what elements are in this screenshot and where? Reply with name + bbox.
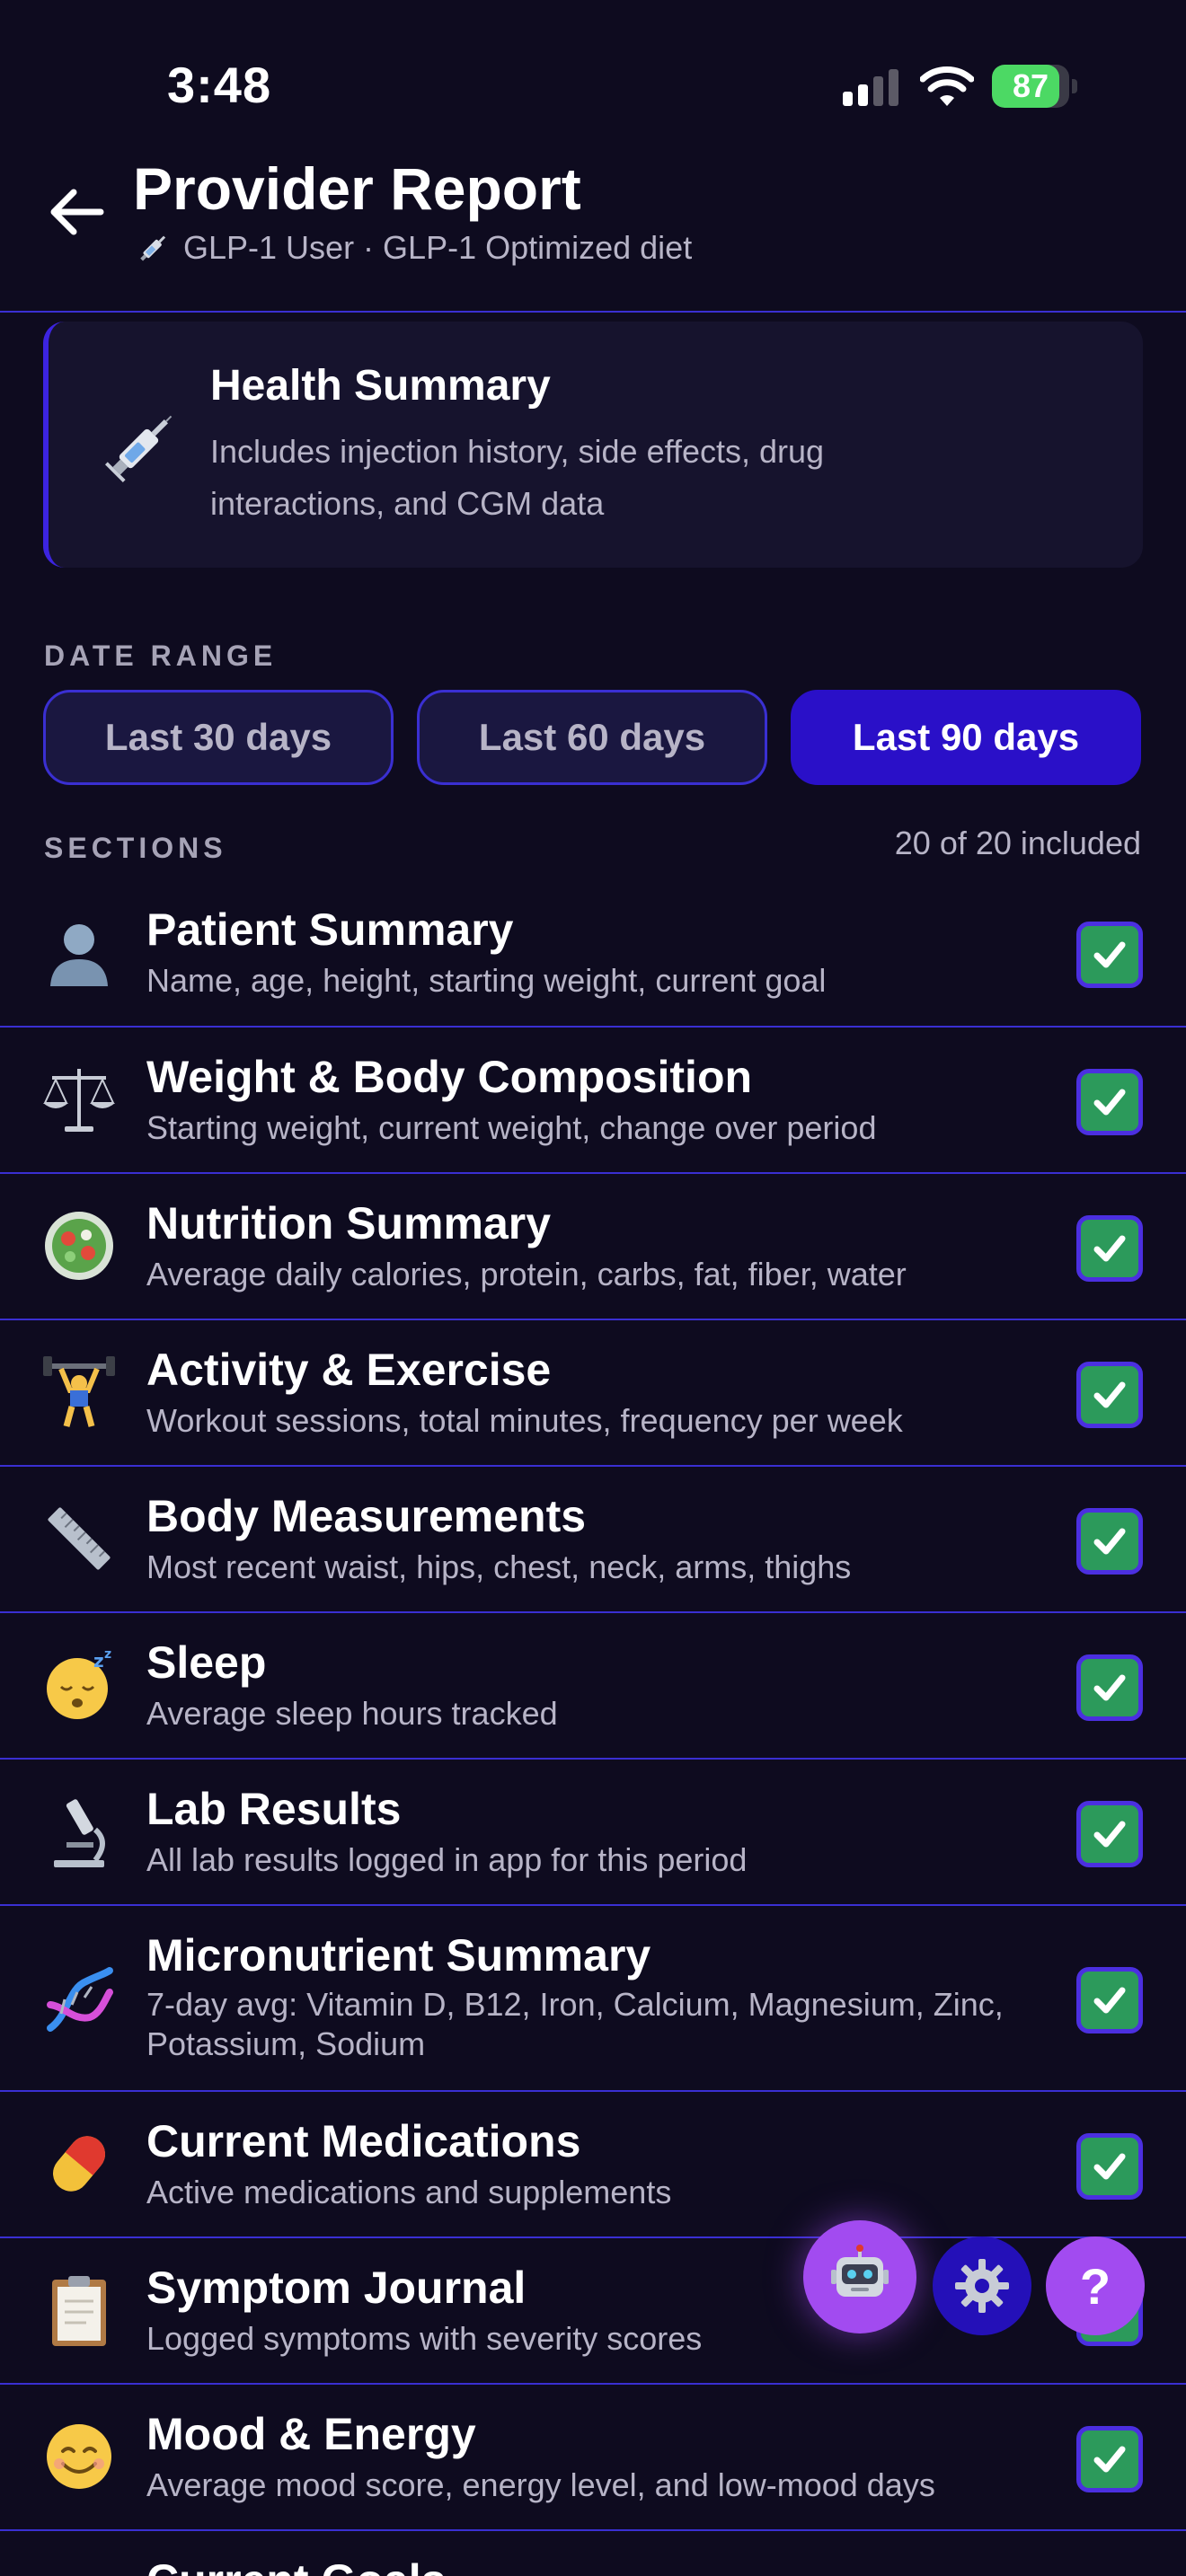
range-30-days-button[interactable]: Last 30 days bbox=[43, 690, 394, 785]
checkmark-icon bbox=[1093, 1528, 1126, 1555]
section-description: Average mood score, energy level, and lo… bbox=[146, 2466, 935, 2503]
included-count: 20 of 20 included bbox=[894, 825, 1141, 861]
settings-button[interactable] bbox=[933, 2236, 1031, 2335]
range-60-days-button[interactable]: Last 60 days bbox=[417, 690, 767, 785]
sleeping-face-icon: z z bbox=[47, 1647, 111, 1719]
section-description: Average sleep hours tracked bbox=[146, 1695, 558, 1732]
section-description: Most recent waist, hips, chest, neck, ar… bbox=[146, 1548, 852, 1585]
back-button[interactable] bbox=[40, 176, 111, 248]
smiling-face-icon bbox=[47, 2424, 111, 2489]
checkmark-icon bbox=[1093, 2153, 1126, 2180]
provider-report-screen: 3:48 87 Provider Report GLP-1 User · GLP… bbox=[0, 0, 1186, 2576]
range-90-days-button[interactable]: Last 90 days bbox=[791, 690, 1141, 785]
checkmark-icon bbox=[1093, 1987, 1126, 2014]
page-subtitle: GLP-1 User · GLP-1 Optimized diet bbox=[135, 229, 692, 267]
section-row-current-goals[interactable]: Current Goals bbox=[0, 2531, 1186, 2576]
section-title: Body Measurements bbox=[146, 1491, 587, 1541]
section-title: Weight & Body Composition bbox=[146, 1052, 753, 1102]
section-checkbox[interactable] bbox=[1076, 2426, 1143, 2492]
section-title: Lab Results bbox=[146, 1784, 402, 1834]
section-description: 7-day avg: Vitamin D, B12, Iron, Calcium… bbox=[146, 1986, 1004, 2062]
header-divider bbox=[0, 311, 1186, 313]
sections-label: SECTIONS bbox=[44, 832, 227, 864]
section-description: Name, age, height, starting weight, curr… bbox=[146, 962, 827, 999]
health-summary-description: Includes injection history, side effects… bbox=[210, 433, 825, 522]
section-row-lab-results[interactable]: Lab Results All lab results logged in ap… bbox=[0, 1760, 1186, 1906]
section-title: Mood & Energy bbox=[146, 2409, 476, 2459]
checkmark-icon bbox=[1093, 1089, 1126, 1116]
section-checkbox[interactable] bbox=[1076, 2133, 1143, 2200]
health-summary-card: Health Summary Includes injection histor… bbox=[43, 322, 1143, 568]
assistant-button[interactable] bbox=[803, 2220, 916, 2333]
section-row-patient-summary[interactable]: Patient Summary Name, age, height, start… bbox=[0, 877, 1186, 1028]
section-title: Current Goals bbox=[146, 2554, 446, 2576]
gear-icon bbox=[955, 2259, 1009, 2313]
battery-icon: 87 bbox=[992, 65, 1078, 108]
section-checkbox[interactable] bbox=[1076, 1801, 1143, 1867]
section-description: All lab results logged in app for this p… bbox=[146, 1841, 748, 1878]
section-checkbox[interactable] bbox=[1076, 1069, 1143, 1135]
section-row-current-medications[interactable]: Current Medications Active medications a… bbox=[0, 2092, 1186, 2238]
section-row-activity-exercise[interactable]: Activity & Exercise Workout sessions, to… bbox=[0, 1320, 1186, 1467]
microscope-icon bbox=[54, 1799, 105, 1867]
section-row-mood-energy[interactable]: Mood & Energy Average mood score, energy… bbox=[0, 2385, 1186, 2531]
svg-text:z: z bbox=[104, 1647, 111, 1662]
checkmark-icon bbox=[1093, 1674, 1126, 1701]
section-row-sleep[interactable]: z z Sleep Average sleep hours tracked bbox=[0, 1613, 1186, 1760]
person-icon bbox=[50, 924, 108, 986]
section-description: Logged symptoms with severity scores bbox=[146, 2320, 703, 2357]
section-title: Sleep bbox=[146, 1637, 267, 1688]
subtitle-text: GLP-1 User · GLP-1 Optimized diet bbox=[183, 229, 693, 266]
scale-icon bbox=[43, 1069, 115, 1132]
section-title: Current Medications bbox=[146, 2116, 581, 2166]
section-description: Starting weight, current weight, change … bbox=[146, 1109, 877, 1146]
pill-icon bbox=[53, 2136, 105, 2192]
checkmark-icon bbox=[1093, 2446, 1126, 2473]
section-checkbox[interactable] bbox=[1076, 1967, 1143, 2033]
salad-icon bbox=[45, 1212, 113, 1280]
section-checkbox[interactable] bbox=[1076, 1215, 1143, 1282]
section-title: Activity & Exercise bbox=[146, 1345, 552, 1395]
ruler-icon bbox=[48, 1507, 111, 1570]
page-title: Provider Report bbox=[133, 155, 581, 222]
checkmark-icon bbox=[1093, 1381, 1126, 1408]
battery-percent: 87 bbox=[1012, 67, 1049, 104]
svg-text:z: z bbox=[93, 1650, 104, 1672]
syringe-icon bbox=[140, 235, 166, 261]
section-row-body-measurements[interactable]: Body Measurements Most recent waist, hip… bbox=[0, 1467, 1186, 1613]
section-title: Symptom Journal bbox=[146, 2263, 527, 2313]
section-title: Patient Summary bbox=[146, 904, 514, 955]
wifi-icon bbox=[920, 66, 974, 106]
checkmark-icon bbox=[1093, 941, 1126, 968]
section-row-nutrition-summary[interactable]: Nutrition Summary Average daily calories… bbox=[0, 1174, 1186, 1320]
section-description: Average daily calories, protein, carbs, … bbox=[146, 1256, 907, 1292]
health-summary-title: Health Summary bbox=[210, 362, 551, 410]
status-time: 3:48 bbox=[167, 57, 272, 113]
checkmark-icon bbox=[1093, 1235, 1126, 1262]
section-title: Nutrition Summary bbox=[146, 1198, 552, 1248]
robot-icon bbox=[831, 2245, 889, 2297]
date-range-label: DATE RANGE bbox=[44, 640, 278, 672]
section-checkbox[interactable] bbox=[1076, 1362, 1143, 1428]
status-bar: 3:48 87 bbox=[0, 0, 1186, 153]
clipboard-icon bbox=[52, 2276, 106, 2346]
arrow-left-icon bbox=[50, 189, 104, 235]
section-checkbox[interactable] bbox=[1076, 1508, 1143, 1575]
checkmark-icon bbox=[1093, 1821, 1126, 1848]
section-description: Workout sessions, total minutes, frequen… bbox=[146, 1402, 903, 1439]
section-title: Micronutrient Summary bbox=[146, 1930, 651, 1981]
section-row-micronutrient-summary[interactable]: Micronutrient Summary 7-day avg: Vitamin… bbox=[0, 1906, 1186, 2092]
weightlifter-icon bbox=[43, 1356, 115, 1427]
section-description: Active medications and supplements bbox=[146, 2174, 672, 2210]
cellular-signal-icon bbox=[843, 69, 898, 106]
help-button[interactable]: ? bbox=[1046, 2236, 1145, 2335]
section-checkbox[interactable] bbox=[1076, 922, 1143, 988]
dna-icon bbox=[47, 1967, 113, 2032]
syringe-icon bbox=[104, 415, 173, 483]
section-checkbox[interactable] bbox=[1076, 1654, 1143, 1721]
section-row-weight-body-composition[interactable]: Weight & Body Composition Starting weigh… bbox=[0, 1028, 1186, 1174]
